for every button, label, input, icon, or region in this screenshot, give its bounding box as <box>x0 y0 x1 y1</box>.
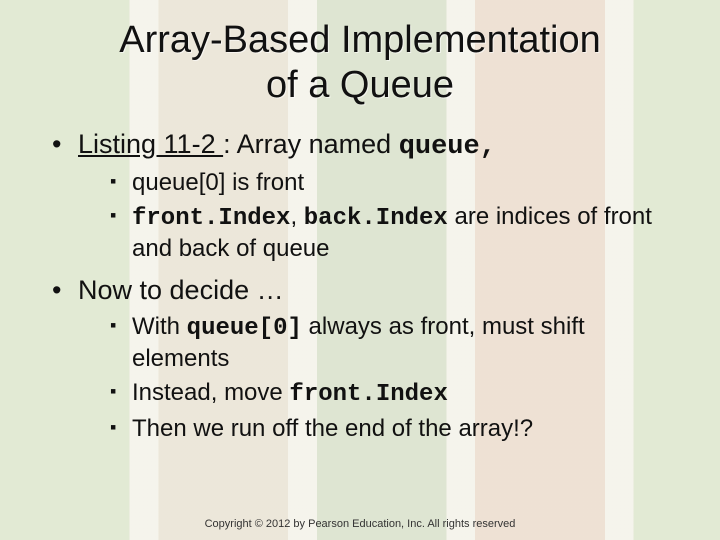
bullet-2-text: Now to decide … <box>78 275 284 305</box>
bullet-1a: queue[0] is front <box>110 168 680 198</box>
bullet-2: Now to decide … With queue[0] always as … <box>52 274 680 444</box>
bullet-1-code: queue, <box>399 132 496 162</box>
bullet-1b-code1: front.Index <box>132 205 290 232</box>
title-line-2: of a Queue <box>266 64 454 106</box>
bullet-1b: front.Index, back.Index are indices of f… <box>110 202 680 264</box>
bullet-1: Listing 11-2 : Array named queue, queue[… <box>52 128 680 265</box>
bullet-2b: Instead, move front.Index <box>110 378 680 410</box>
slide: Array-Based Implementation of a Queue Li… <box>0 0 720 540</box>
bullet-1b-mid1: , <box>290 203 303 230</box>
bullet-2b-pre: Instead, move <box>132 379 289 406</box>
slide-title: Array-Based Implementation of a Queue <box>0 0 720 116</box>
bullet-2c: Then we run off the end of the array!? <box>110 414 680 444</box>
bullet-2c-text: Then we run off the end of the array!? <box>132 415 533 442</box>
slide-body: Listing 11-2 : Array named queue, queue[… <box>0 116 720 445</box>
bullet-2b-code: front.Index <box>289 381 447 408</box>
listing-link[interactable]: Listing 11-2 <box>78 129 223 159</box>
bullet-2a-pre: With <box>132 313 187 340</box>
bullet-2-sublist: With queue[0] always as front, must shif… <box>78 312 680 444</box>
copyright-footer: Copyright © 2012 by Pearson Education, I… <box>0 518 720 530</box>
bullet-1a-text: queue[0] is front <box>132 169 304 196</box>
bullet-1-sublist: queue[0] is front front.Index, back.Inde… <box>78 168 680 264</box>
bullet-list: Listing 11-2 : Array named queue, queue[… <box>52 128 680 445</box>
bullet-2a-code: queue[0] <box>187 315 302 342</box>
bullet-2a: With queue[0] always as front, must shif… <box>110 312 680 374</box>
bullet-1b-code2: back.Index <box>304 205 448 232</box>
title-line-1: Array-Based Implementation <box>119 19 601 61</box>
bullet-1-mid: : Array named <box>223 129 399 159</box>
